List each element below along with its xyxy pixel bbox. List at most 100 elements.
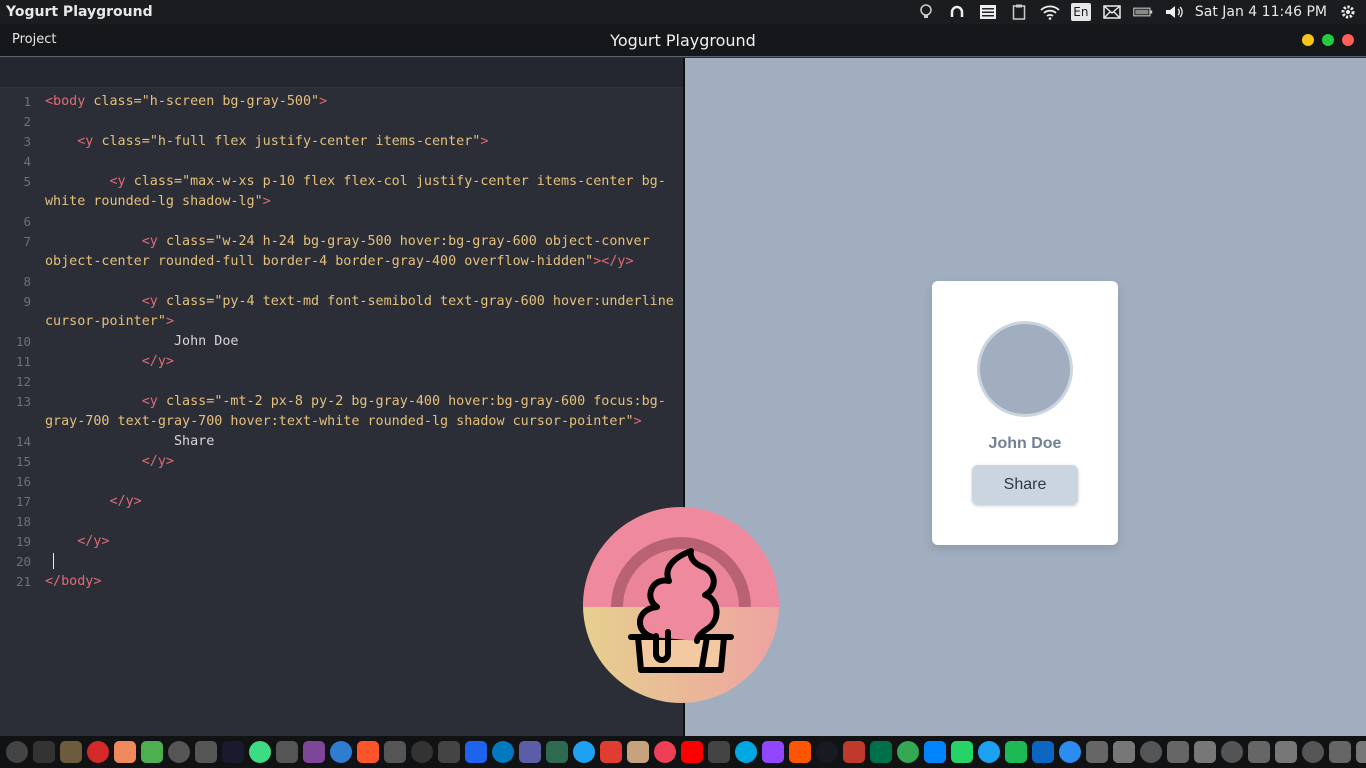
orange-app-icon[interactable] xyxy=(114,741,136,763)
misc10-icon[interactable] xyxy=(1329,741,1351,763)
code-line[interactable]: 11 </y> xyxy=(0,352,683,372)
line-number: 2 xyxy=(23,114,31,129)
headset-icon[interactable] xyxy=(168,741,190,763)
editor-icon[interactable] xyxy=(276,741,298,763)
list-icon[interactable] xyxy=(978,3,998,21)
close-button[interactable] xyxy=(1342,34,1354,46)
ghost-icon[interactable] xyxy=(438,741,460,763)
code-line[interactable]: 17 </y> xyxy=(0,492,683,512)
code-line[interactable]: 3 <y class="h-full flex justify-center i… xyxy=(0,132,683,152)
system-app-name[interactable]: Yogurt Playground xyxy=(0,4,153,20)
box-icon[interactable] xyxy=(330,741,352,763)
mail-icon[interactable] xyxy=(1102,3,1122,21)
code-line[interactable]: white rounded-lg shadow-lg"> xyxy=(0,192,683,212)
code-line[interactable]: 6 xyxy=(0,212,683,232)
prime-icon[interactable] xyxy=(735,741,757,763)
messenger-icon[interactable] xyxy=(924,741,946,763)
ubuntu-icon[interactable] xyxy=(708,741,730,763)
code-area[interactable]: 1 <body class="h-screen bg-gray-500"> 2 3 <… xyxy=(0,92,683,592)
activities-icon[interactable] xyxy=(6,741,28,763)
minimize-button[interactable] xyxy=(1302,34,1314,46)
starbucks-icon[interactable] xyxy=(870,741,892,763)
code-line[interactable]: 15 </y> xyxy=(0,452,683,472)
misc5-icon[interactable] xyxy=(1194,741,1216,763)
twitch-icon[interactable] xyxy=(762,741,784,763)
wifi-icon[interactable] xyxy=(1040,3,1060,21)
misc8-icon[interactable] xyxy=(1275,741,1297,763)
android-studio-icon[interactable] xyxy=(249,741,271,763)
linkedin-icon[interactable] xyxy=(1032,741,1054,763)
files-icon[interactable] xyxy=(60,741,82,763)
misc9-icon[interactable] xyxy=(1302,741,1324,763)
misc7-icon[interactable] xyxy=(1248,741,1270,763)
code-line[interactable]: 2 xyxy=(0,112,683,132)
chrome-icon[interactable] xyxy=(141,741,163,763)
code-line[interactable]: gray-700 text-gray-700 hover:text-white … xyxy=(0,412,683,432)
code-text: white rounded-lg shadow-lg"> xyxy=(45,194,271,209)
play-icon[interactable] xyxy=(573,741,595,763)
misc3-icon[interactable] xyxy=(1140,741,1162,763)
news-icon[interactable] xyxy=(600,741,622,763)
settings-gear-icon[interactable] xyxy=(1338,3,1358,21)
keyboard-language-indicator[interactable]: En xyxy=(1070,3,1091,21)
code-line[interactable]: 9 <y class="py-4 text-md font-semibold t… xyxy=(0,292,683,312)
lightbulb-icon[interactable] xyxy=(916,3,936,21)
pocket-icon[interactable] xyxy=(654,741,676,763)
paint-icon[interactable] xyxy=(627,741,649,763)
code-line[interactable]: 10 John Doe xyxy=(0,332,683,352)
youtube-icon[interactable] xyxy=(681,741,703,763)
webstorm-icon[interactable] xyxy=(222,741,244,763)
code-line[interactable]: 12 xyxy=(0,372,683,392)
headset2-icon[interactable] xyxy=(195,741,217,763)
cube-icon[interactable] xyxy=(519,741,541,763)
code-line[interactable]: 8 xyxy=(0,272,683,292)
tor-icon[interactable] xyxy=(303,741,325,763)
docker-icon[interactable] xyxy=(465,741,487,763)
avatar[interactable] xyxy=(977,321,1073,417)
code-line[interactable]: 1 <body class="h-screen bg-gray-500"> xyxy=(0,92,683,112)
battery-icon[interactable] xyxy=(1133,3,1153,21)
code-line[interactable]: 18 xyxy=(0,512,683,532)
code-line[interactable]: object-center rounded-full border-4 bord… xyxy=(0,252,683,272)
hub-icon[interactable] xyxy=(1059,741,1081,763)
code-line[interactable]: 14 Share xyxy=(0,432,683,452)
misc11-icon[interactable] xyxy=(1356,741,1366,763)
apps-icon[interactable] xyxy=(384,741,406,763)
twitter-icon[interactable] xyxy=(978,741,1000,763)
opera-icon[interactable] xyxy=(87,741,109,763)
code-line[interactable]: 4 xyxy=(0,152,683,172)
window-title: Yogurt Playground xyxy=(610,31,756,50)
maximize-button[interactable] xyxy=(1322,34,1334,46)
profile-name[interactable]: John Doe xyxy=(932,435,1118,453)
trello-icon[interactable] xyxy=(492,741,514,763)
spotify-icon[interactable] xyxy=(1005,741,1027,763)
code-line[interactable]: 13 <y class="-mt-2 px-8 py-2 bg-gray-400… xyxy=(0,392,683,412)
steam-icon[interactable] xyxy=(816,741,838,763)
code-text: </y> xyxy=(109,494,142,509)
code-editor-pane[interactable]: 1 <body class="h-screen bg-gray-500"> 2 3 <… xyxy=(0,58,683,736)
terminal-icon[interactable] xyxy=(33,741,55,763)
misc1-icon[interactable] xyxy=(1086,741,1108,763)
whatsapp-icon[interactable] xyxy=(951,741,973,763)
volume-icon[interactable] xyxy=(1164,3,1184,21)
clipboard-icon[interactable] xyxy=(1009,3,1029,21)
share-button[interactable]: Share xyxy=(972,465,1078,505)
misc2-icon[interactable] xyxy=(1113,741,1135,763)
code-line[interactable]: 5 <y class="max-w-xs p-10 flex flex-col … xyxy=(0,172,683,192)
misc6-icon[interactable] xyxy=(1221,741,1243,763)
github-icon[interactable] xyxy=(411,741,433,763)
code-line[interactable]: 19 </y> xyxy=(0,532,683,552)
brave-icon[interactable] xyxy=(357,741,379,763)
car-icon[interactable] xyxy=(843,741,865,763)
chat-icon[interactable] xyxy=(897,741,919,763)
code-line[interactable]: 20 xyxy=(0,552,683,572)
code-line[interactable]: 7 <y class="w-24 h-24 bg-gray-500 hover:… xyxy=(0,232,683,252)
code-line[interactable]: cursor-pointer"> xyxy=(0,312,683,332)
misc4-icon[interactable] xyxy=(1167,741,1189,763)
soundcloud-icon[interactable] xyxy=(789,741,811,763)
code-line[interactable]: 16 xyxy=(0,472,683,492)
headphones-icon[interactable] xyxy=(947,3,967,21)
system-clock[interactable]: Sat Jan 4 11:46 PM xyxy=(1195,4,1327,20)
code-line[interactable]: 21 </body> xyxy=(0,572,683,592)
app-icon[interactable] xyxy=(546,741,568,763)
